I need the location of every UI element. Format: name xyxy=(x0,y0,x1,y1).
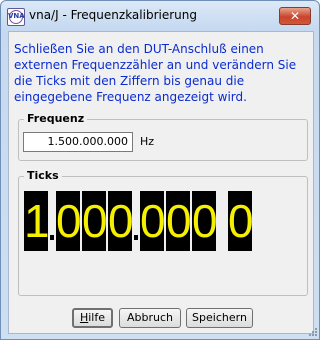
dialog-window: VNA vna/J - Frequenzkalibrierung ✕ Schli… xyxy=(0,0,320,340)
frequency-unit-label: Hz xyxy=(140,135,155,148)
tick-digit-6[interactable]: 0 xyxy=(166,191,192,251)
tick-digit-3[interactable]: 0 xyxy=(82,191,108,251)
window-title: vna/J - Frequenzkalibrierung xyxy=(29,8,197,22)
thousands-separator xyxy=(48,191,56,251)
ticks-group-label: Ticks xyxy=(24,169,62,183)
help-button[interactable]: Hilfe xyxy=(72,308,113,328)
instruction-text: Schließen Sie an den DUT-Anschluß einen … xyxy=(14,42,297,104)
tick-digit-8[interactable]: 0 xyxy=(228,191,254,251)
vna-app-icon: VNA xyxy=(7,8,25,26)
cancel-button[interactable]: Abbruch xyxy=(119,308,181,328)
tick-digit-1[interactable]: 1 xyxy=(24,191,50,251)
tick-digit-5[interactable]: 0 xyxy=(140,191,166,251)
frequency-group: Frequenz 1.500.000.000 Hz xyxy=(18,112,308,161)
frequency-group-label: Frequenz xyxy=(24,112,88,126)
frequency-input[interactable]: 1.500.000.000 xyxy=(23,132,133,152)
close-icon: ✕ xyxy=(289,9,301,23)
tick-digit-4[interactable]: 0 xyxy=(108,191,134,251)
resize-grip-icon[interactable] xyxy=(307,326,317,336)
save-button[interactable]: Speichern xyxy=(186,308,253,328)
close-button[interactable]: ✕ xyxy=(279,7,311,25)
tick-digit-7[interactable]: 0 xyxy=(192,191,218,251)
title-bar[interactable]: VNA vna/J - Frequenzkalibrierung ✕ xyxy=(1,1,319,30)
ticks-group: Ticks 1 0 0 0 0 0 0 0 xyxy=(18,169,308,296)
tick-digit-2[interactable]: 0 xyxy=(56,191,82,251)
thousands-separator xyxy=(132,191,140,251)
dialog-content: Schließen Sie an den DUT-Anschluß einen … xyxy=(8,31,314,334)
help-mnemonic: H xyxy=(79,311,89,324)
help-label: ilfe xyxy=(88,311,106,324)
